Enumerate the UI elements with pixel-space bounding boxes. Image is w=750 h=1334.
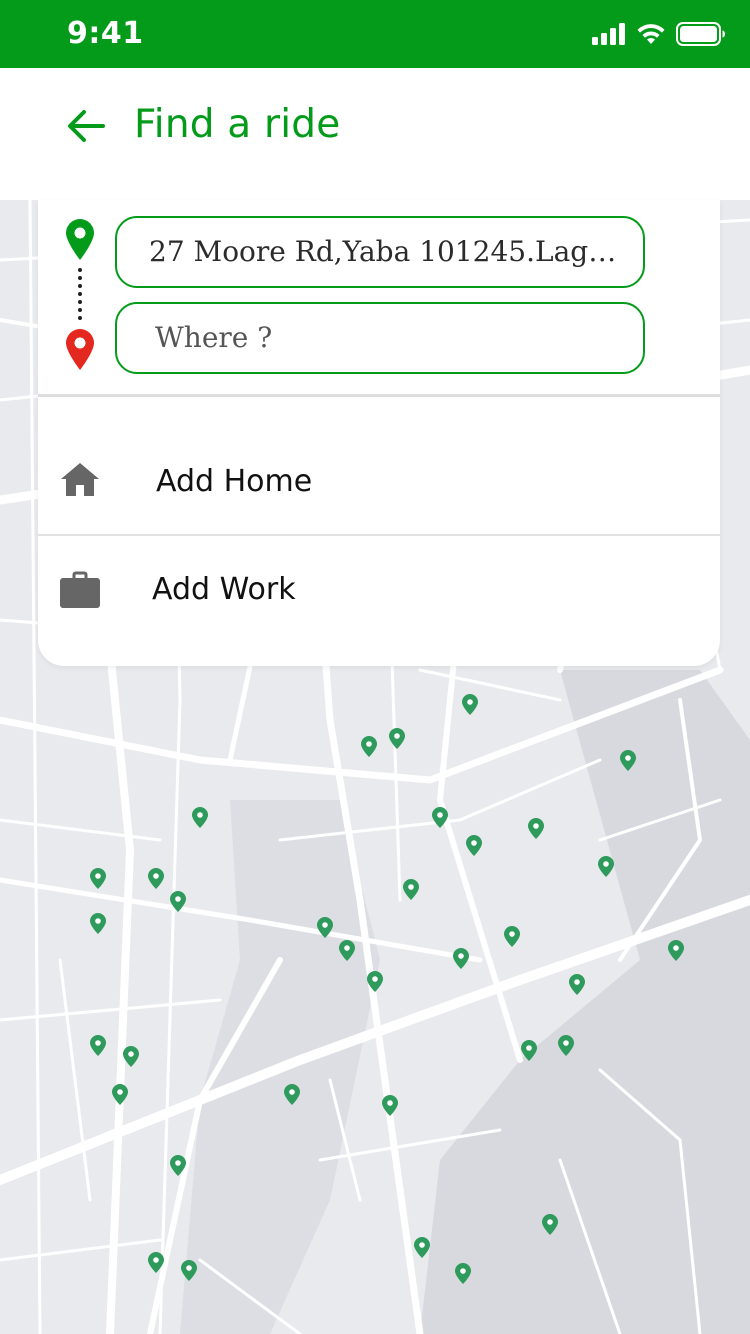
status-icons xyxy=(592,20,726,48)
status-bar: 9:41 xyxy=(0,0,750,68)
wifi-icon xyxy=(637,24,665,44)
divider xyxy=(38,394,720,397)
page-title: Find a ride xyxy=(134,102,341,147)
pickup-pin-icon xyxy=(66,219,94,260)
signal-icon xyxy=(592,23,625,45)
add-work-row[interactable]: Add Work xyxy=(38,540,720,640)
status-time: 9:41 xyxy=(67,16,144,51)
briefcase-icon xyxy=(60,571,100,608)
destination-field[interactable]: Where ? xyxy=(115,302,645,374)
header: Find a ride xyxy=(0,68,750,200)
destination-pin-icon xyxy=(66,329,94,370)
add-work-label: Add Work xyxy=(152,572,296,607)
battery-icon xyxy=(676,22,725,46)
add-home-label: Add Home xyxy=(156,464,313,499)
arrow-left-icon xyxy=(68,110,105,142)
pickup-field[interactable]: 27 Moore Rd,Yaba 101245.Lagos, Nigeria xyxy=(115,216,645,288)
back-button[interactable] xyxy=(60,104,112,148)
home-icon xyxy=(61,463,99,496)
divider xyxy=(38,534,720,536)
add-home-row[interactable]: Add Home xyxy=(38,432,720,532)
route-dotted-line xyxy=(78,268,82,320)
